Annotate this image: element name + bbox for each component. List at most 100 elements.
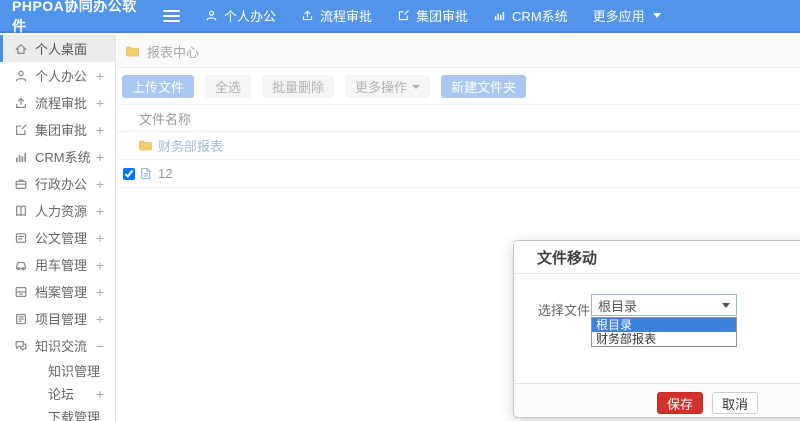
expand-toggle-icon[interactable]: +: [96, 312, 104, 326]
dialog-footer: 保存 取消: [514, 383, 800, 417]
toolbar-button[interactable]: 更多操作: [345, 75, 431, 98]
cancel-button[interactable]: 取消: [712, 392, 759, 414]
navbar-item[interactable]: 个人办公: [205, 6, 276, 25]
sidebar-item[interactable]: 流程审批 +: [0, 89, 115, 116]
sidebar-item[interactable]: 档案管理 +: [0, 278, 115, 305]
book-icon: [14, 204, 28, 218]
sidebar-item[interactable]: 个人桌面: [0, 35, 115, 62]
doc-icon: [14, 231, 28, 245]
table-header-label: 文件名称: [139, 111, 192, 127]
dropdown-option[interactable]: 财务部报表: [592, 332, 736, 346]
dropdown-option[interactable]: 根目录: [592, 318, 736, 332]
navbar-item[interactable]: 流程审批: [301, 6, 372, 25]
toolbar: 上传文件 全选 批量删除 更多操作 新建文件夹: [117, 68, 800, 104]
expand-toggle-icon[interactable]: +: [96, 69, 104, 83]
sidebar-item-label: 知识交流: [35, 339, 88, 354]
expand-toggle-icon[interactable]: +: [96, 285, 104, 299]
person-icon: [14, 69, 28, 83]
file-move-dialog: 文件移动 选择文件夹 根目录 根目录 财务部报表 保存 取消: [513, 240, 800, 418]
expand-toggle-icon[interactable]: +: [96, 150, 104, 164]
sidebar-item[interactable]: 用车管理 +: [0, 251, 115, 278]
table-row[interactable]: 财务部报表: [117, 132, 800, 160]
expand-toggle-icon[interactable]: +: [96, 204, 104, 218]
sidebar-item-label: 项目管理: [35, 312, 88, 327]
folder-icon: [125, 44, 140, 59]
sidebar-item[interactable]: 集团审批 +: [0, 116, 115, 143]
toolbar-button[interactable]: 全选: [205, 75, 252, 98]
edit-icon: [14, 123, 28, 137]
sidebar-item-label: 档案管理: [35, 285, 88, 300]
folder-select-value: 根目录: [598, 298, 638, 314]
navbar-item-label: CRM系统: [512, 9, 568, 24]
person-icon: [205, 9, 218, 22]
sidebar-item-label: 下载管理: [48, 410, 101, 421]
sidebar-item-label: 个人办公: [35, 69, 88, 84]
sidebar-item[interactable]: 公文管理 +: [0, 224, 115, 251]
sidebar-item[interactable]: 论坛 +: [0, 382, 115, 405]
sidebar-item[interactable]: 项目管理 +: [0, 305, 115, 332]
chevron-down-icon: [412, 84, 421, 89]
navbar-item[interactable]: CRM系统: [493, 6, 568, 25]
breadcrumb: 报表中心: [117, 35, 800, 68]
dialog-header: 文件移动: [514, 241, 800, 274]
dialog-body: 选择文件夹 根目录 根目录 财务部报表: [514, 274, 800, 384]
sidebar-item[interactable]: CRM系统 +: [0, 143, 115, 170]
sidebar-item-label: 人力资源: [35, 204, 88, 219]
file-name: 12: [158, 166, 173, 181]
sidebar-item-label: 知识管理: [48, 364, 101, 379]
dialog-title: 文件移动: [537, 249, 598, 267]
folder-select[interactable]: 根目录: [591, 294, 737, 316]
sidebar-item-label: 集团审批: [35, 123, 88, 138]
chart-icon: [493, 9, 506, 22]
file-table: 文件名称 财务部报表 12: [117, 104, 800, 188]
sidebar-item[interactable]: 知识交流 −: [0, 332, 115, 359]
navbar-item[interactable]: 更多应用: [593, 6, 661, 25]
chart-icon: [14, 150, 28, 164]
sidebar-item-label: 论坛: [48, 387, 75, 402]
navbar-item-label: 流程审批: [320, 9, 373, 24]
archive-icon: [14, 285, 28, 299]
navbar-item-label: 集团审批: [416, 9, 469, 24]
toolbar-button[interactable]: 上传文件: [122, 75, 195, 98]
car-icon: [14, 258, 28, 272]
expand-toggle-icon[interactable]: +: [96, 177, 104, 191]
navbar-menu: 个人办公 流程审批 集团审批 CRM系统 更多应用: [180, 6, 661, 25]
sidebar-item-label: 公文管理: [35, 231, 88, 246]
navbar-item-label: 个人办公: [224, 9, 277, 24]
sidebar-item-label: 用车管理: [35, 258, 88, 273]
sidebar-item[interactable]: 个人办公 +: [0, 62, 115, 89]
navbar-item[interactable]: 集团审批: [397, 6, 468, 25]
chevron-down-icon: [722, 302, 730, 308]
row-checkbox[interactable]: [123, 167, 135, 180]
expand-toggle-icon[interactable]: −: [96, 339, 104, 353]
expand-toggle-icon[interactable]: +: [96, 123, 104, 137]
expand-toggle-icon[interactable]: +: [96, 96, 104, 110]
app-logo: PHPOA协同办公软件: [12, 0, 137, 34]
navbar-item-label: 更多应用: [592, 9, 645, 24]
table-row[interactable]: 12: [117, 160, 800, 188]
checkbox-cell: [121, 167, 137, 180]
chat-icon: [14, 339, 28, 353]
sidebar: 个人桌面 个人办公 + 流程审批 + 集团审批 + CRM系统 + 行政办公 + 人力资源 + 公文管理 +…: [0, 35, 116, 421]
top-navbar: PHPOA协同办公软件 个人办公 流程审批 集团审批 CRM系统 更多应用: [0, 0, 800, 34]
file-icon: [138, 166, 153, 181]
file-name[interactable]: 财务部报表: [158, 136, 223, 155]
sidebar-item[interactable]: 知识管理: [0, 359, 115, 382]
upload-icon: [14, 96, 28, 110]
expand-toggle-icon[interactable]: +: [96, 387, 104, 401]
sidebar-item[interactable]: 行政办公 +: [0, 170, 115, 197]
toolbar-button[interactable]: 新建文件夹: [441, 75, 527, 98]
upload-icon: [301, 9, 314, 22]
expand-toggle-icon[interactable]: +: [96, 231, 104, 245]
home-icon: [14, 42, 28, 56]
hamburger-menu-icon[interactable]: [163, 9, 180, 22]
project-icon: [14, 312, 28, 326]
edit-icon: [397, 9, 410, 22]
save-button[interactable]: 保存: [657, 392, 704, 414]
sidebar-item[interactable]: 人力资源 +: [0, 197, 115, 224]
sidebar-item-label: 个人桌面: [35, 42, 88, 57]
toolbar-button[interactable]: 批量删除: [262, 75, 335, 98]
sidebar-item[interactable]: 下载管理: [0, 405, 115, 421]
expand-toggle-icon[interactable]: +: [96, 258, 104, 272]
breadcrumb-label: 报表中心: [147, 44, 200, 60]
